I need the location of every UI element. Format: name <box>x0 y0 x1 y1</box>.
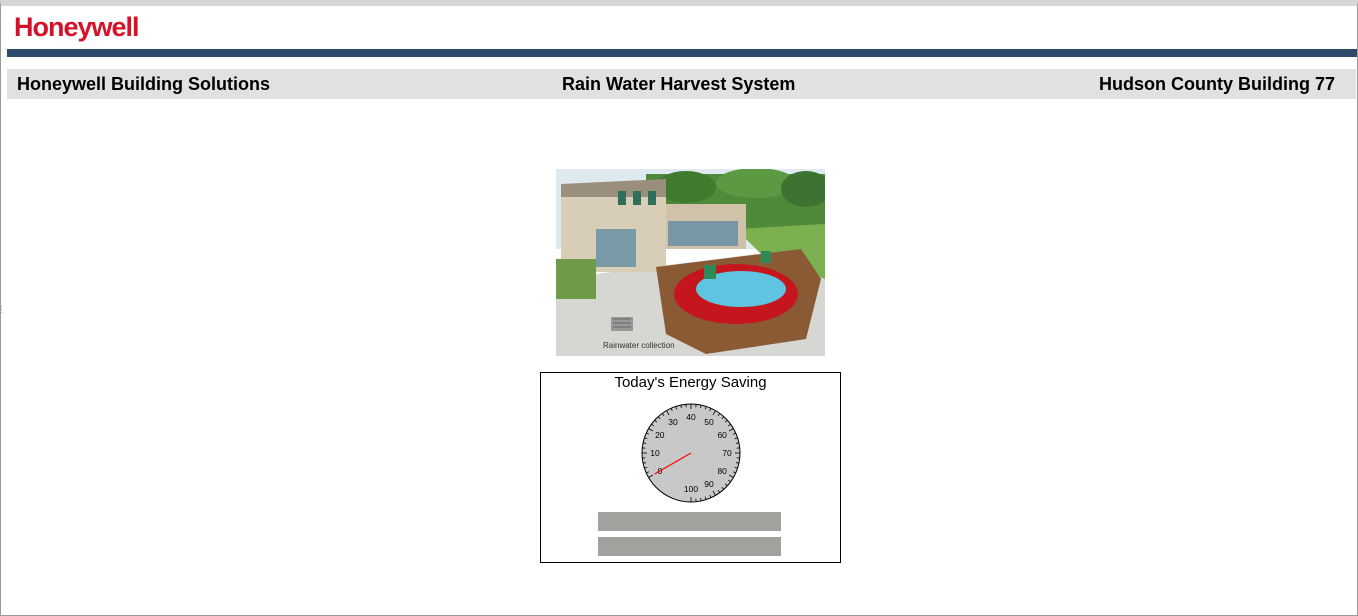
rainwater-system-image <box>556 169 825 356</box>
gauge-tick-label: 30 <box>668 417 678 427</box>
gauge-tick-label: 90 <box>704 479 714 489</box>
gauge-tick-label: 80 <box>717 466 727 476</box>
gauge-tick-label: 50 <box>704 417 714 427</box>
resize-handle[interactable]: · · · <box>0 303 3 317</box>
honeywell-logo: Honeywell <box>14 12 140 42</box>
gauge-tick-label: 100 <box>684 484 698 494</box>
gauge-tick-label: 20 <box>655 430 665 440</box>
page-title: Rain Water Harvest System <box>562 74 796 94</box>
energy-gauge: 0102030405060708090100 <box>641 403 741 503</box>
illustration-caption: Rainwater collection <box>603 341 675 350</box>
panel-title: Today's Energy Saving <box>614 374 767 391</box>
energy-saving-panel: Today's Energy Saving 010203040506070809… <box>540 372 841 563</box>
gauge-tick-label: 40 <box>686 412 696 422</box>
building-title: Hudson County Building 77 <box>1099 74 1335 94</box>
value-bar-1 <box>598 512 781 531</box>
header-rule <box>7 49 1357 57</box>
gauge-tick-label: 10 <box>650 448 660 458</box>
gauge-tick-label: 60 <box>717 430 727 440</box>
value-bar-2 <box>598 537 781 556</box>
gauge-tick-label: 70 <box>722 448 732 458</box>
company-title: Honeywell Building Solutions <box>17 74 271 94</box>
